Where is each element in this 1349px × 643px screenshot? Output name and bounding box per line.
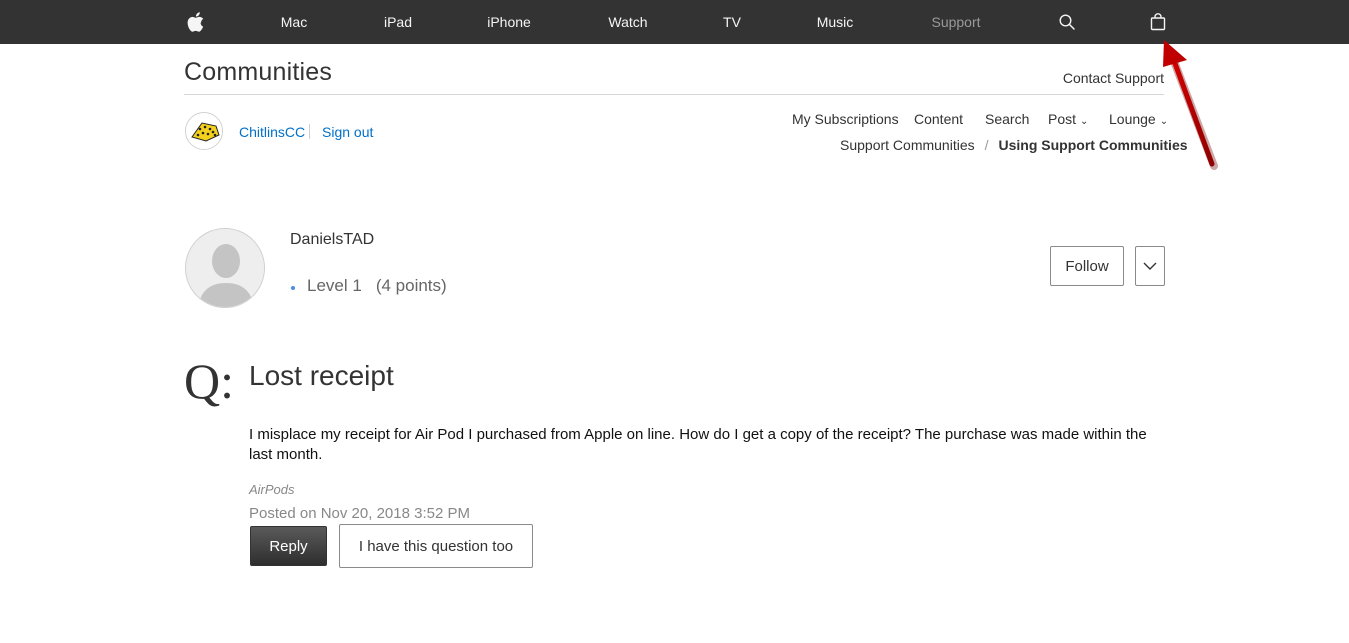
subnav-search[interactable]: Search	[985, 111, 1029, 127]
author-level: Level 1 (4 points)	[307, 276, 447, 296]
nav-watch[interactable]: Watch	[608, 0, 647, 44]
subnav-post[interactable]: Post ⌄	[1048, 111, 1088, 127]
follow-button[interactable]: Follow	[1050, 246, 1124, 286]
chevron-down-icon	[1143, 262, 1157, 270]
nav-tv[interactable]: TV	[723, 0, 741, 44]
subnav-post-label: Post	[1048, 111, 1077, 127]
same-question-button[interactable]: I have this question too	[339, 524, 533, 568]
nav-iphone[interactable]: iPhone	[487, 0, 531, 44]
annotation-arrow	[1163, 40, 1218, 170]
author-name[interactable]: DanielsTAD	[290, 231, 374, 249]
question-marker: Q:	[184, 353, 234, 409]
chevron-down-icon: ⌄	[1080, 116, 1089, 127]
communities-title[interactable]: Communities	[184, 58, 332, 87]
points-label: (4 points)	[375, 276, 447, 295]
nav-support[interactable]: Support	[931, 0, 980, 44]
breadcrumb-separator: /	[984, 137, 989, 153]
search-icon[interactable]	[1058, 0, 1076, 44]
breadcrumb-parent[interactable]: Support Communities	[840, 137, 975, 153]
user-avatar[interactable]	[185, 112, 223, 150]
breadcrumb: Support Communities / Using Support Commun…	[840, 137, 1188, 153]
reply-button[interactable]: Reply	[250, 526, 327, 566]
question-body: I misplace my receipt for Air Pod I purc…	[249, 426, 1147, 463]
apple-logo-icon[interactable]	[185, 0, 205, 44]
more-options-button[interactable]	[1135, 246, 1165, 286]
nav-ipad[interactable]: iPad	[384, 0, 412, 44]
product-tag[interactable]: AirPods	[249, 482, 295, 497]
posted-date: Posted on Nov 20, 2018 3:52 PM	[249, 505, 470, 522]
subnav-my-subscriptions[interactable]: My Subscriptions	[792, 111, 899, 127]
header-divider	[184, 94, 1164, 95]
user-separator	[309, 124, 310, 139]
subnav-content[interactable]: Content	[914, 111, 963, 127]
username-link[interactable]: ChitlinsCC	[239, 124, 305, 140]
nav-mac[interactable]: Mac	[281, 0, 307, 44]
level-label: Level 1	[307, 276, 362, 295]
sign-out-link[interactable]: Sign out	[322, 124, 373, 140]
nav-music[interactable]: Music	[817, 0, 854, 44]
level-bullet	[291, 286, 295, 290]
author-avatar[interactable]	[185, 228, 265, 308]
question-title: Lost receipt	[249, 360, 394, 391]
